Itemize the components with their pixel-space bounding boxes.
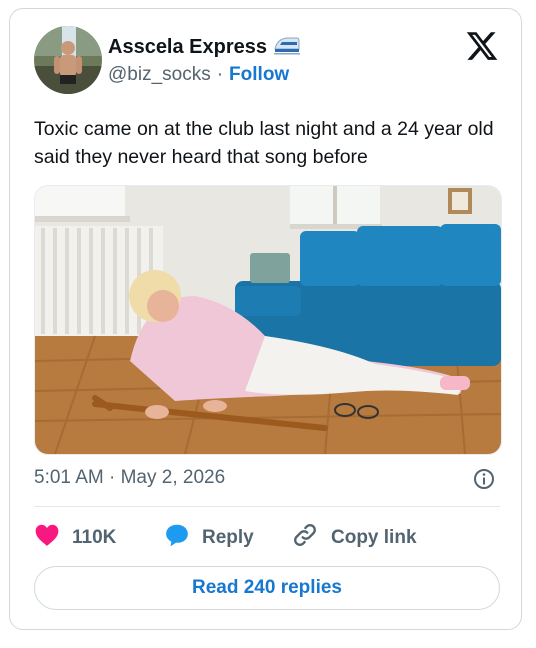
avatar[interactable]	[34, 26, 102, 94]
copy-link-button[interactable]: Copy link	[291, 521, 417, 555]
timestamp[interactable]: 5:01 AM · May 2, 2026	[34, 467, 225, 489]
speech-bubble-icon	[164, 522, 190, 554]
copy-link-label: Copy link	[331, 527, 417, 548]
link-icon	[291, 521, 319, 555]
like-count: 110K	[72, 527, 117, 548]
read-replies-button[interactable]: Read 240 replies	[34, 566, 500, 610]
info-icon[interactable]	[473, 468, 495, 490]
action-bar: 110K Reply Copy link	[34, 521, 500, 555]
tweet-photo[interactable]	[34, 185, 502, 455]
train-emoji-icon	[273, 34, 301, 61]
divider	[34, 506, 500, 507]
tweet-text: Toxic came on at the club last night and…	[34, 118, 494, 168]
tweet-card: Asscela Express @biz_socks · Follow Toxi…	[9, 8, 522, 630]
author-handle[interactable]: @biz_socks	[108, 64, 211, 86]
follow-button[interactable]: Follow	[229, 64, 289, 86]
time-separator: ·	[109, 467, 116, 488]
reply-label: Reply	[202, 527, 254, 548]
handle-separator: ·	[216, 64, 224, 85]
x-logo-icon[interactable]	[465, 29, 499, 63]
like-button[interactable]: 110K	[34, 521, 116, 555]
date: May 2, 2026	[120, 467, 226, 488]
heart-icon	[34, 523, 60, 553]
author-name[interactable]: Asscela Express	[108, 36, 267, 59]
reply-button[interactable]: Reply	[164, 521, 254, 555]
time: 5:01 AM	[34, 467, 104, 488]
